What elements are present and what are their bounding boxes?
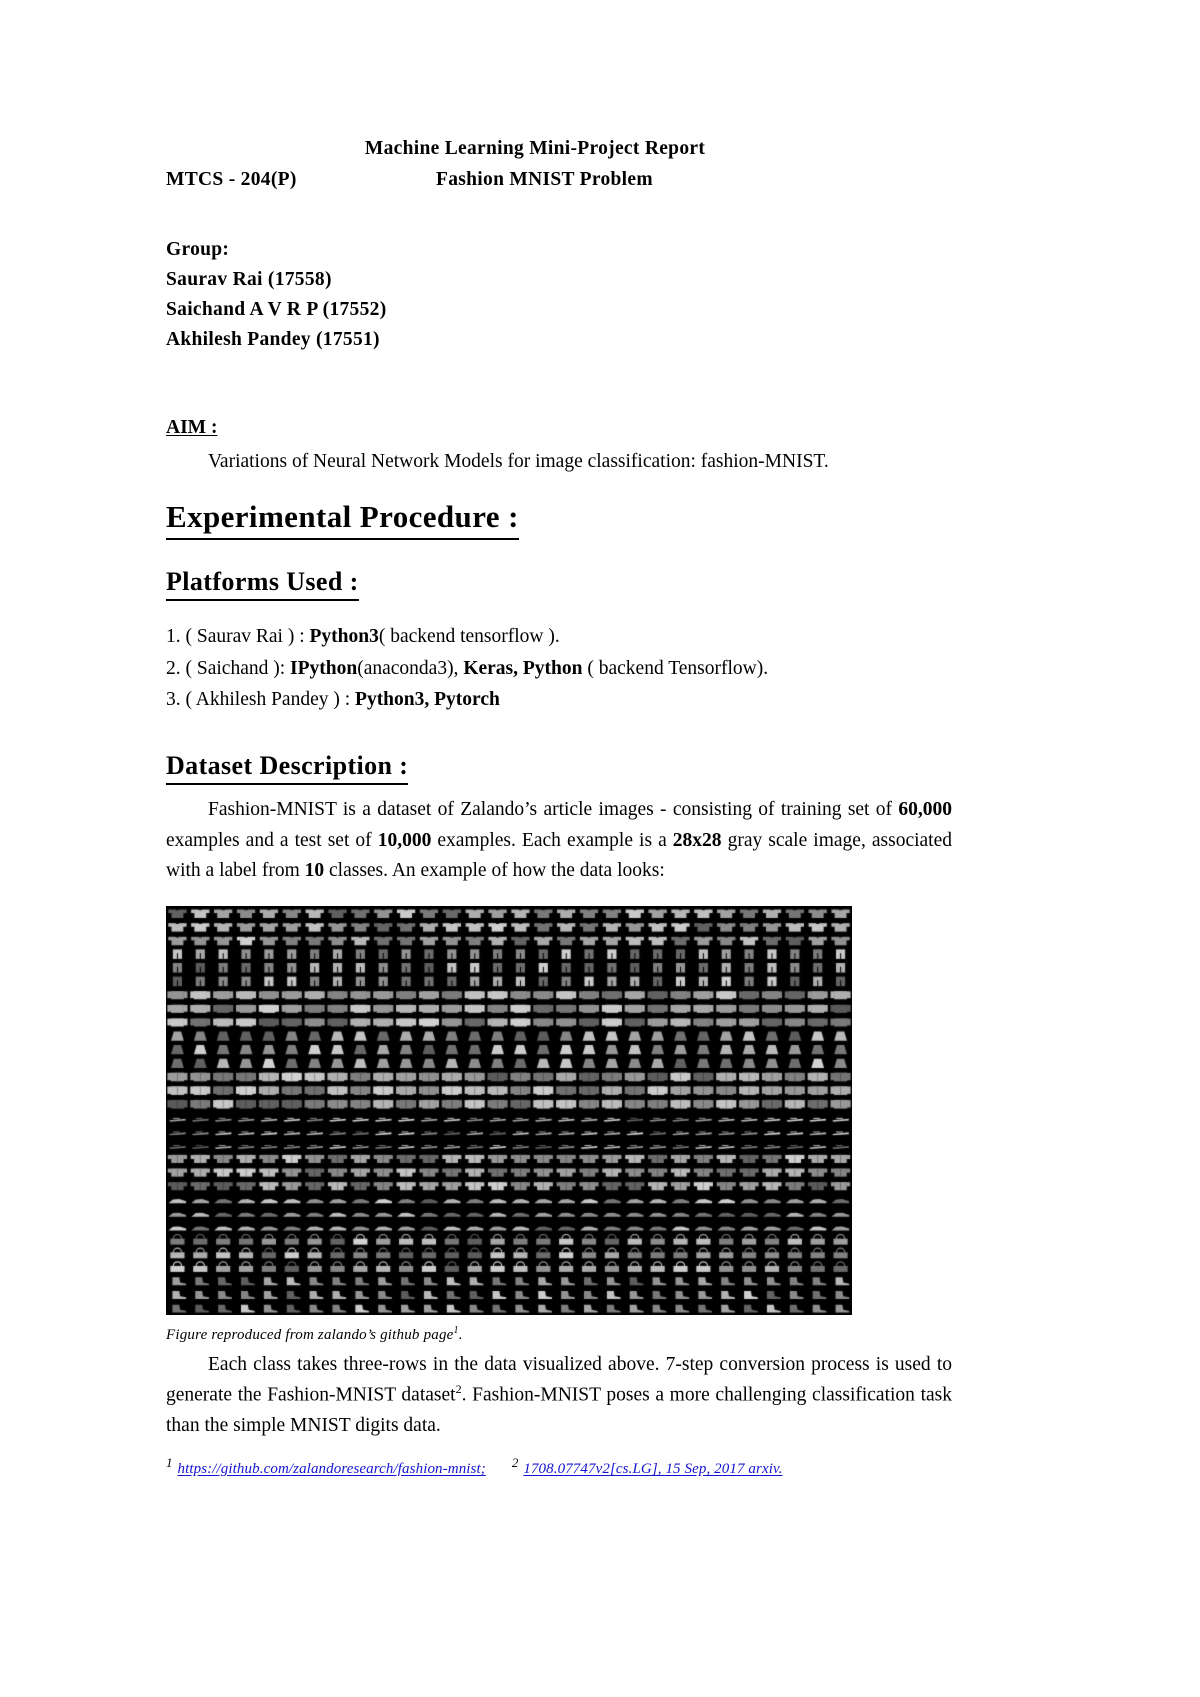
experimental-procedure-heading-row: Experimental Procedure : xyxy=(166,476,952,540)
platform-tool: IPython xyxy=(290,657,358,679)
aim-text: Variations of Neural Network Models for … xyxy=(208,450,829,472)
footnotes: 1 https://github.com/zalandoresearch/fash… xyxy=(166,1455,952,1478)
figure-caption-text: Figure reproduced from zalando’s github … xyxy=(166,1327,454,1344)
figure-caption: Figure reproduced from zalando’s github … xyxy=(166,1325,952,1344)
group-block: Group: Saurav Rai (17558) Saichand A V R… xyxy=(166,235,952,354)
subject-row: MTCS - 204(P) Fashion MNIST Problem xyxy=(166,169,952,191)
aim-label: AIM : xyxy=(166,416,218,438)
platform-item-3: 3. ( Akhilesh Pandey ) : Python3, Pytorc… xyxy=(166,684,952,716)
page-content: Machine Learning Mini-Project Report MTC… xyxy=(166,0,952,1478)
footnote-link-arxiv[interactable]: 1708.07747v2[cs.LG], 15 Sep, 2017 arxiv. xyxy=(523,1461,782,1478)
platforms-list: 1. ( Saurav Rai ) : Python3( backend ten… xyxy=(166,621,952,716)
dataset-class-count: 10 xyxy=(304,860,325,882)
platform-suffix: ( backend tensorflow ). xyxy=(378,626,560,648)
document-page: Machine Learning Mini-Project Report MTC… xyxy=(0,0,1200,1697)
dataset-test-count: 10,000 xyxy=(377,829,432,851)
footnote-1: 1 https://github.com/zalandoresearch/fash… xyxy=(166,1455,486,1478)
footnote-link-github[interactable]: https://github.com/zalandoresearch/fashi… xyxy=(178,1461,486,1478)
platform-person: ( Saurav Rai ) : xyxy=(185,626,310,648)
platforms-used-heading: Platforms Used : xyxy=(166,566,359,602)
group-member: Saurav Rai (17558) xyxy=(166,269,332,291)
dataset-text: examples. Each example is a xyxy=(431,829,673,851)
footnote-number: 1 xyxy=(166,1455,173,1471)
document-title: Machine Learning Mini-Project Report xyxy=(364,138,706,159)
platform-tool: Python3, Pytorch xyxy=(355,689,500,711)
dataset-train-count: 60,000 xyxy=(898,799,952,821)
fashion-mnist-grid-canvas xyxy=(166,906,852,1316)
platform-item-1: 1. ( Saurav Rai ) : Python3( backend ten… xyxy=(166,621,952,653)
platform-person: ( Saichand ): xyxy=(185,657,291,679)
platform-item-2: 2. ( Saichand ): IPython(anaconda3), Ker… xyxy=(166,653,952,685)
platforms-used-heading-row: Platforms Used : xyxy=(166,540,952,602)
experimental-procedure-heading: Experimental Procedure : xyxy=(166,498,519,540)
platform-number: 2. xyxy=(166,657,181,679)
dataset-text: classes. An example of how the data look… xyxy=(324,860,665,882)
footnote-2: 2 1708.07747v2[cs.LG], 15 Sep, 2017 arxiv… xyxy=(512,1455,783,1478)
group-label: Group: xyxy=(166,239,230,261)
footnote-number: 2 xyxy=(511,1455,519,1471)
platform-number: 1. xyxy=(166,626,181,648)
subject-name: Fashion MNIST Problem xyxy=(436,169,653,191)
group-member: Saichand A V R P (17552) xyxy=(166,298,387,320)
dataset-description-heading-row: Dataset Description : xyxy=(166,750,952,786)
platform-tool: Python3 xyxy=(309,626,379,648)
platform-person: ( Akhilesh Pandey ) : xyxy=(185,689,356,711)
figure-caption-end: . xyxy=(458,1327,463,1344)
subject-code: MTCS - 204(P) xyxy=(166,169,297,191)
dataset-text: examples and a test set of xyxy=(166,829,378,851)
aim-block: AIM : Variations of Neural Network Model… xyxy=(166,417,952,476)
closing-paragraph: Each class takes three-rows in the data … xyxy=(166,1350,952,1442)
platform-tool-secondary: Keras, Python xyxy=(463,657,583,679)
title-block: Machine Learning Mini-Project Report MTC… xyxy=(166,134,952,191)
platform-tool-detail: (anaconda3), xyxy=(357,657,464,679)
dataset-text: Fashion-MNIST is a dataset of Zalando’s … xyxy=(208,799,899,821)
dataset-description-paragraph: Fashion-MNIST is a dataset of Zalando’s … xyxy=(166,795,952,886)
fashion-mnist-sample-figure xyxy=(166,906,852,1316)
platform-number: 3. xyxy=(166,689,181,711)
platform-suffix: ( backend Tensorflow). xyxy=(582,657,769,679)
group-member: Akhilesh Pandey (17551) xyxy=(166,328,380,350)
dataset-image-size: 28x28 xyxy=(672,829,722,851)
dataset-description-heading: Dataset Description : xyxy=(166,750,409,786)
